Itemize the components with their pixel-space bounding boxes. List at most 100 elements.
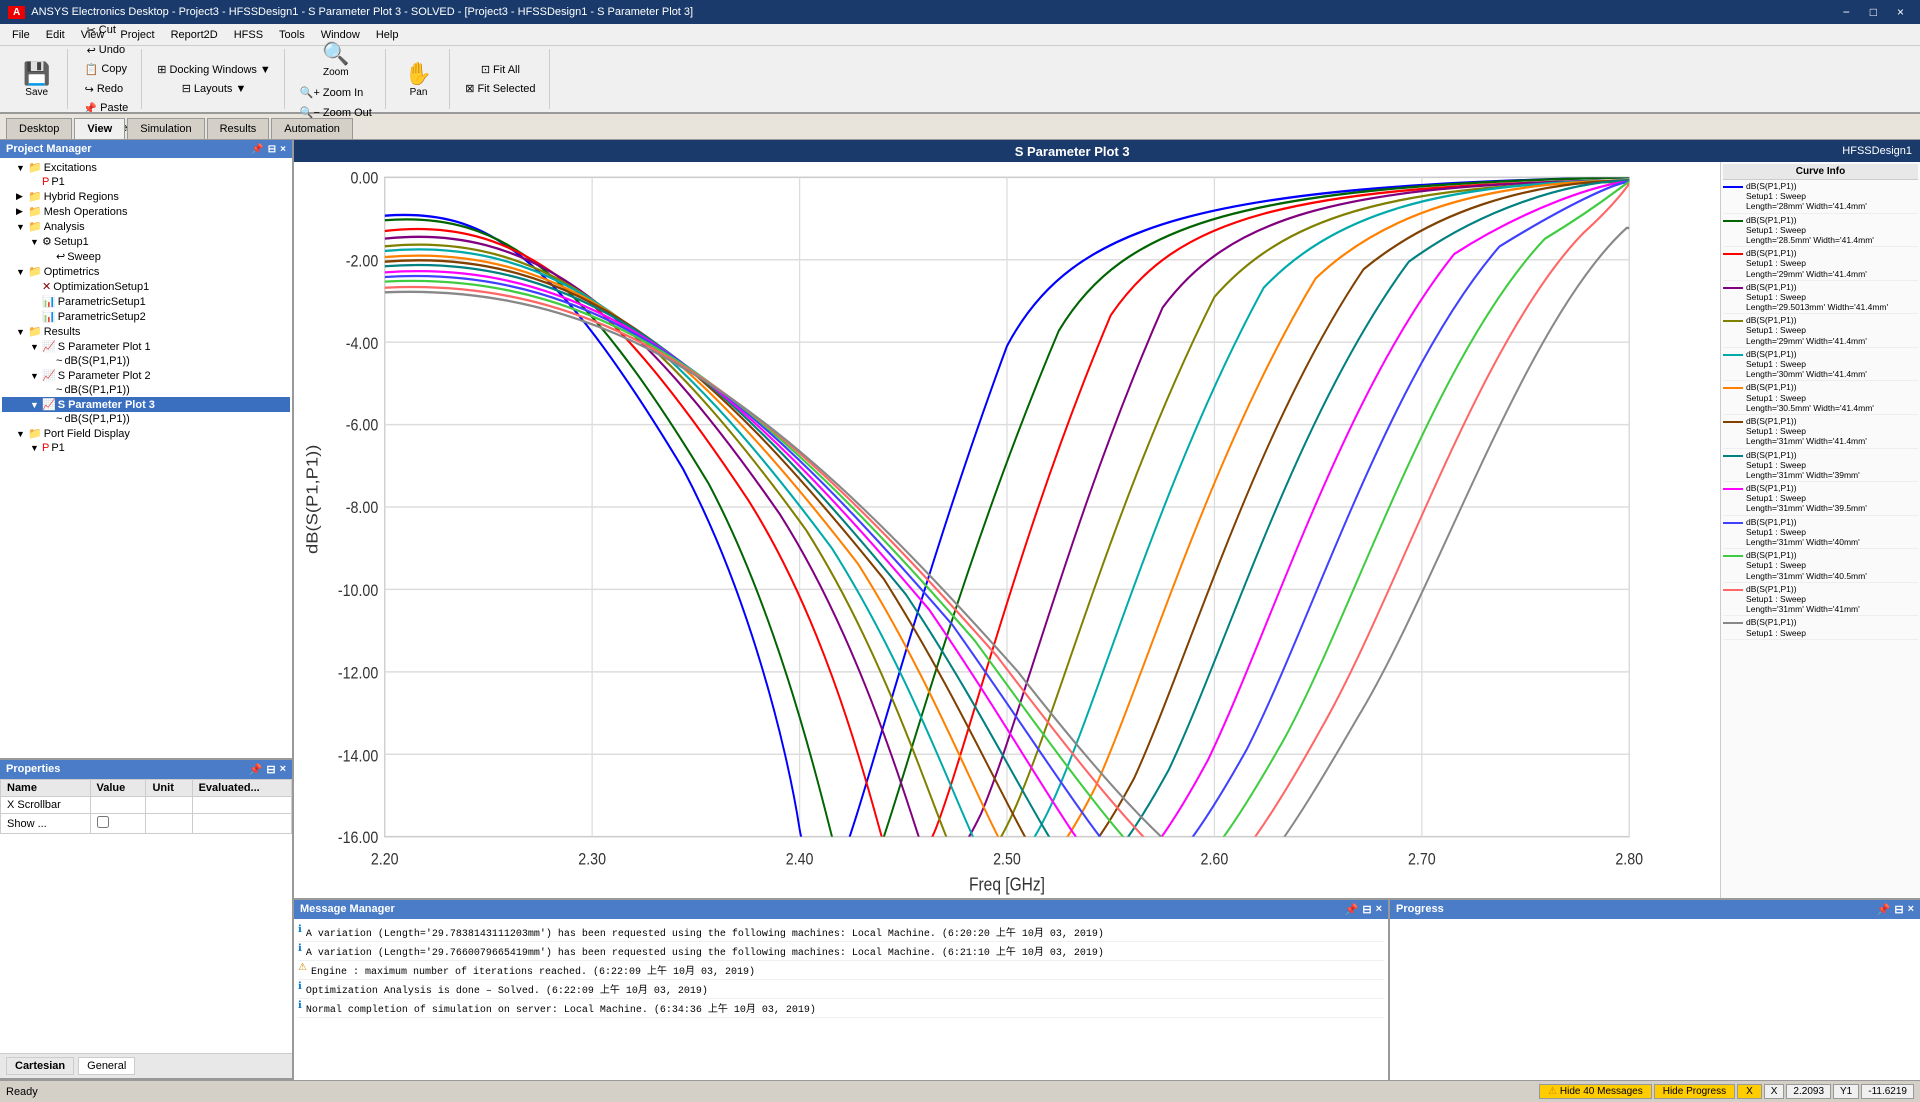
- tree-hybrid-regions[interactable]: ▶ 📁 Hybrid Regions: [2, 189, 290, 204]
- copy-button[interactable]: 📋 Copy: [80, 60, 132, 79]
- prog-dock-btn[interactable]: ⊟: [1894, 903, 1903, 916]
- hide-progress-btn[interactable]: Hide Progress: [1654, 1084, 1735, 1099]
- tree-parametric-setup2[interactable]: 📊 ParametricSetup2: [2, 309, 290, 324]
- hide-messages-btn[interactable]: ⚠ Hide 40 Messages: [1539, 1084, 1652, 1099]
- svg-text:2.30: 2.30: [578, 850, 606, 868]
- layouts-button[interactable]: ⊟ Layouts ▼: [177, 79, 252, 98]
- cart-tab-general[interactable]: General: [78, 1057, 135, 1075]
- paste-button[interactable]: 📌 Paste: [78, 99, 133, 118]
- menu-hfss[interactable]: HFSS: [226, 27, 271, 43]
- zoom-in-icon: 🔍+: [300, 86, 320, 99]
- docking-icon: ⊞: [157, 63, 166, 76]
- show-checkbox[interactable]: [97, 816, 109, 828]
- menu-tools[interactable]: Tools: [271, 27, 313, 43]
- mm-header: Message Manager 📌 ⊟ ×: [294, 900, 1388, 919]
- redo-button[interactable]: ↪ Redo: [80, 80, 132, 99]
- tree-sweep[interactable]: ↩ Sweep: [2, 249, 290, 264]
- dropdown-icon2: ▼: [235, 83, 246, 95]
- tree-mesh-operations[interactable]: ▶ 📁 Mesh Operations: [2, 204, 290, 219]
- info-icon-3: ℹ: [298, 981, 302, 997]
- mm-dock-btn[interactable]: ⊟: [1362, 903, 1371, 916]
- prop-value-show[interactable]: [90, 814, 146, 834]
- chart-main: 0.00 -2.00 -4.00 -6.00 -8.00 -10.00 -12.…: [294, 162, 1720, 898]
- zoom-in-button[interactable]: 🔍+ Zoom In: [295, 83, 377, 102]
- layouts-icon: ⊟: [182, 82, 191, 95]
- pm-dock-btn[interactable]: ⊟: [268, 144, 276, 155]
- tab-view[interactable]: View: [74, 118, 125, 139]
- legend-item-7: dB(S(P1,P1))Setup1 : SweepLength='31mm' …: [1723, 415, 1918, 449]
- plot-icon3: 📈: [42, 398, 56, 411]
- prop-header-controls: 📌 ⊟ ×: [249, 763, 286, 776]
- menu-report2d[interactable]: Report2D: [163, 27, 226, 43]
- statusbar-close-btn[interactable]: X: [1737, 1084, 1762, 1099]
- cut-button[interactable]: ✂ Cut: [82, 21, 131, 40]
- prop-pin-btn[interactable]: 📌: [249, 763, 263, 776]
- tree-port-field-display[interactable]: ▼ 📁 Port Field Display: [2, 426, 290, 441]
- edit-col: ✂ Cut ↩ Undo: [82, 21, 131, 60]
- tree-s-param-plot2[interactable]: ▼ 📈 S Parameter Plot 2: [2, 368, 290, 383]
- tree-db-sp1p1-3[interactable]: ~ dB(S(P1,P1)): [2, 412, 290, 426]
- docking-windows-button[interactable]: ⊞ Docking Windows ▼: [152, 60, 276, 79]
- tab-results[interactable]: Results: [207, 118, 270, 139]
- tree-analysis[interactable]: ▼ 📁 Analysis: [2, 219, 290, 234]
- curve-icon: ~: [56, 355, 62, 367]
- cartesian-tabs: Cartesian General: [0, 1053, 292, 1078]
- legend-text-3: dB(S(P1,P1))Setup1 : SweepLength='29.501…: [1746, 282, 1888, 313]
- tree-parametric-setup1[interactable]: 📊 ParametricSetup1: [2, 294, 290, 309]
- svg-text:Freq [GHz]: Freq [GHz]: [969, 874, 1045, 895]
- mm-pin-btn[interactable]: 📌: [1345, 903, 1359, 916]
- setup-icon: ⚙: [42, 235, 52, 248]
- cart-tab-cartesian[interactable]: Cartesian: [6, 1057, 74, 1075]
- tree-s-param-plot3[interactable]: ▼ 📈 S Parameter Plot 3: [2, 397, 290, 412]
- fit-all-button[interactable]: ⊡ Fit All: [476, 60, 525, 79]
- properties-header: Properties 📌 ⊟ ×: [0, 760, 292, 779]
- prop-close-btn[interactable]: ×: [280, 763, 286, 776]
- zoom-button[interactable]: 🔍 Zoom: [313, 36, 358, 83]
- tree-setup1[interactable]: ▼ ⚙ Setup1: [2, 234, 290, 249]
- main-area: Project Manager 📌 ⊟ × ▼ 📁 Excitations P: [0, 140, 1920, 1080]
- undo-button[interactable]: ↩ Undo: [82, 41, 131, 60]
- fit-selected-button[interactable]: ⊠ Fit Selected: [460, 79, 540, 98]
- tree-db-sp1p1-2[interactable]: ~ dB(S(P1,P1)): [2, 383, 290, 397]
- prog-close-btn[interactable]: ×: [1908, 903, 1914, 916]
- tree-db-sp1p1-1[interactable]: ~ dB(S(P1,P1)): [2, 354, 290, 368]
- minimize-btn[interactable]: −: [1835, 3, 1858, 21]
- titlebar-left: A ANSYS Electronics Desktop - Project3 -…: [8, 6, 693, 19]
- prop-unit-cell: [146, 797, 192, 814]
- prop-dock-btn[interactable]: ⊟: [266, 763, 275, 776]
- folder-icon2: 📁: [28, 190, 42, 203]
- legend-item-5: dB(S(P1,P1))Setup1 : SweepLength='30mm' …: [1723, 348, 1918, 382]
- menu-edit[interactable]: Edit: [38, 27, 73, 43]
- design-label: HFSSDesign1: [1842, 145, 1912, 157]
- tree-p1-excitation[interactable]: P P1: [2, 175, 290, 189]
- tab-automation[interactable]: Automation: [271, 118, 353, 139]
- svg-text:-4.00: -4.00: [346, 335, 379, 353]
- tree-optimization-setup1[interactable]: ✕ OptimizationSetup1: [2, 279, 290, 294]
- svg-text:2.20: 2.20: [371, 850, 399, 868]
- expand-icon: ▼: [30, 237, 40, 247]
- legend-item-2: dB(S(P1,P1))Setup1 : SweepLength='29mm' …: [1723, 247, 1918, 281]
- expand-icon: ▼: [30, 342, 40, 352]
- mm-close-btn[interactable]: ×: [1376, 903, 1382, 916]
- pm-close-btn[interactable]: ×: [280, 144, 286, 155]
- tab-simulation[interactable]: Simulation: [127, 118, 204, 139]
- menu-help[interactable]: Help: [368, 27, 407, 43]
- close-btn[interactable]: ×: [1889, 3, 1912, 21]
- tree-p1-port[interactable]: ▼ P P1: [2, 441, 290, 455]
- legend-line-1: [1723, 220, 1743, 222]
- toolbar-zoom-group: 🔍 Zoom 🔍+ Zoom In 🔍− Zoom Out: [287, 49, 386, 109]
- titlebar: A ANSYS Electronics Desktop - Project3 -…: [0, 0, 1920, 24]
- tree-results[interactable]: ▼ 📁 Results: [2, 324, 290, 339]
- mesh-icon: 📁: [28, 205, 42, 218]
- prog-pin-btn[interactable]: 📌: [1877, 903, 1891, 916]
- menu-file[interactable]: File: [4, 27, 38, 43]
- pan-button[interactable]: ✋ Pan: [396, 56, 441, 103]
- pm-pin-btn[interactable]: 📌: [251, 144, 263, 155]
- tree-s-param-plot1[interactable]: ▼ 📈 S Parameter Plot 1: [2, 339, 290, 354]
- tree-excitations[interactable]: ▼ 📁 Excitations: [2, 160, 290, 175]
- save-button[interactable]: 💾 Save: [14, 56, 59, 103]
- tab-desktop[interactable]: Desktop: [6, 118, 72, 139]
- tree-optimetrics[interactable]: ▼ 📁 Optimetrics: [2, 264, 290, 279]
- maximize-btn[interactable]: □: [1862, 3, 1885, 21]
- tree-label: Excitations: [44, 162, 97, 174]
